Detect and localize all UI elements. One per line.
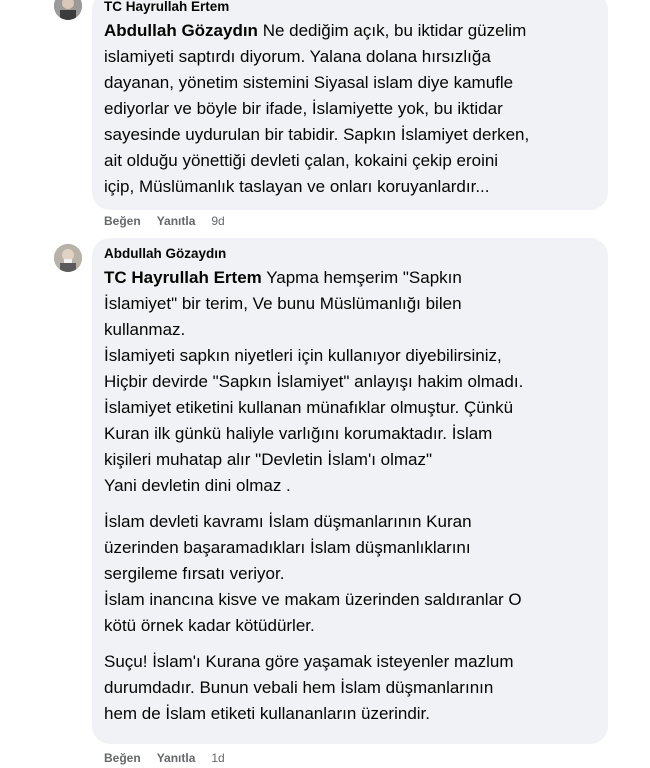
comment-line: Hiçbir devirde "Sapkın İslamiyet" anlayı… — [104, 372, 524, 391]
comment-line: Ne dediğim açık, bu iktidar güzelim — [262, 21, 527, 40]
comment-text: Abdullah Gözaydın Ne dediğim açık, bu ik… — [104, 18, 596, 200]
comment-line: sergileme fırsatı veriyor. — [104, 564, 285, 583]
comment-line: sayesinde uydurulan bir tabidir. Sapkın … — [104, 125, 530, 144]
comment-bubble: Abdullah Gözaydın TC Hayrullah Ertem Yap… — [92, 238, 608, 744]
comment-line: İslam devleti kavramı İslam düşmanlarını… — [104, 512, 472, 531]
comment-line: İslam inancına kisve ve makam üzerinden … — [104, 590, 522, 609]
comment-line: durumdadır. Bunun vebali hem İslam düşma… — [104, 678, 494, 697]
mention-link[interactable]: TC Hayrullah Ertem — [104, 268, 262, 287]
comment-line: ediyorlar ve böyle bir ifade, İslamiyett… — [104, 99, 503, 118]
comment-line: Kuran ilk günkü haliyle varlığını koruma… — [104, 424, 493, 443]
comment-line: kötü örnek kadar kötüdürler. — [104, 616, 315, 635]
comment-line: İslamiyet etiketini kullanan münafıklar … — [104, 398, 514, 417]
comment-actions: Beğen Yanıtla 1d — [104, 751, 225, 765]
reply-button[interactable]: Yanıtla — [157, 751, 196, 765]
comment-bubble: TC Hayrullah Ertem Abdullah Gözaydın Ne … — [92, 0, 608, 210]
comment-line: içip, Müslümanlık taslayan ve onları kor… — [104, 177, 490, 196]
like-button[interactable]: Beğen — [104, 214, 141, 228]
comment-line: dayanan, yönetim sistemini Siyasal islam… — [104, 73, 514, 92]
comment-line: kullanmaz. — [104, 320, 186, 339]
reply-button[interactable]: Yanıtla — [157, 214, 196, 228]
comment-timestamp[interactable]: 1d — [211, 751, 224, 765]
avatar[interactable] — [54, 0, 82, 20]
comment-text: TC Hayrullah Ertem Yapma hemşerim "Sapkı… — [104, 265, 596, 727]
comment-actions: Beğen Yanıtla 9d — [104, 214, 225, 228]
comment-line: ait olduğu yönettiği devleti çalan, koka… — [104, 151, 499, 170]
comment-line: İslamiyeti sapkın niyetleri için kullanı… — [104, 346, 502, 365]
comment-line: Suçu! İslam'ı Kurana göre yaşamak isteye… — [104, 652, 514, 671]
comment-line: üzerinden başaramadıkları İslam düşmanlı… — [104, 538, 471, 557]
mention-link[interactable]: Abdullah Gözaydın — [104, 21, 258, 40]
comment-line: kişileri muhatap alır "Devletin İslam'ı … — [104, 450, 433, 469]
comment-line: islamiyeti saptırdı diyorum. Yalana dola… — [104, 47, 491, 66]
comment-line: Yapma hemşerim "Sapkın — [266, 268, 462, 287]
like-button[interactable]: Beğen — [104, 751, 141, 765]
comment-author[interactable]: Abdullah Gözaydın — [104, 245, 596, 263]
comment-author[interactable]: TC Hayrullah Ertem — [104, 0, 596, 16]
comment-line: Yani devletin dini olmaz . — [104, 476, 291, 495]
comment-line: hem de İslam etiketi kullananların üzeri… — [104, 704, 430, 723]
avatar[interactable] — [54, 244, 82, 272]
comment-line: İslamiyet" bir terim, Ve bunu Müslümanlı… — [104, 294, 462, 313]
comment-timestamp[interactable]: 9d — [211, 214, 224, 228]
